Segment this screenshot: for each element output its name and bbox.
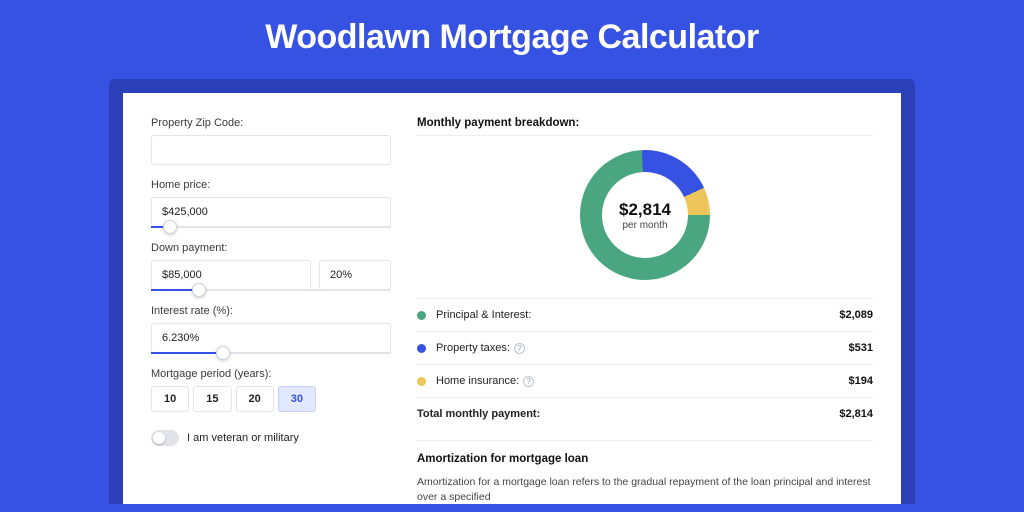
- info-icon[interactable]: ?: [514, 343, 525, 354]
- zip-label: Property Zip Code:: [151, 117, 391, 129]
- donut-center: $2,814 per month: [602, 172, 688, 258]
- legend-value: $194: [849, 375, 873, 387]
- legend-total-label: Total monthly payment:: [417, 408, 839, 420]
- home-price-row: Home price:: [151, 179, 391, 228]
- legend-total-row: Total monthly payment: $2,814: [417, 398, 873, 434]
- donut-chart-wrap: $2,814 per month: [417, 136, 873, 299]
- donut-chart: $2,814 per month: [580, 150, 710, 280]
- home-price-input[interactable]: [151, 197, 391, 227]
- period-button-group: 10152030: [151, 386, 391, 412]
- down-payment-label: Down payment:: [151, 242, 391, 254]
- interest-label: Interest rate (%):: [151, 305, 391, 317]
- legend-total-value: $2,814: [839, 408, 873, 420]
- legend-dot-icon: [417, 377, 426, 386]
- veteran-toggle[interactable]: [151, 430, 179, 446]
- zip-input[interactable]: [151, 135, 391, 165]
- period-button-20[interactable]: 20: [236, 386, 274, 412]
- period-button-10[interactable]: 10: [151, 386, 189, 412]
- toggle-knob: [153, 432, 165, 444]
- page-title: Woodlawn Mortgage Calculator: [0, 0, 1024, 79]
- legend-row-tax: Property taxes:?$531: [417, 332, 873, 365]
- legend-row-ins: Home insurance:?$194: [417, 365, 873, 398]
- input-column: Property Zip Code: Home price: Down paym…: [151, 117, 391, 504]
- legend-value: $531: [849, 342, 873, 354]
- zip-row: Property Zip Code:: [151, 117, 391, 165]
- interest-input[interactable]: [151, 323, 391, 353]
- down-payment-amount-input[interactable]: [151, 260, 311, 290]
- down-payment-row: Down payment:: [151, 242, 391, 291]
- interest-row: Interest rate (%):: [151, 305, 391, 354]
- amortization-text: Amortization for a mortgage loan refers …: [417, 471, 873, 504]
- period-button-30[interactable]: 30: [278, 386, 316, 412]
- amortization-heading: Amortization for mortgage loan: [417, 440, 873, 471]
- donut-center-sub: per month: [622, 220, 667, 231]
- legend-dot-icon: [417, 344, 426, 353]
- breakdown-column: Monthly payment breakdown: $2,814 per mo…: [417, 117, 873, 504]
- period-button-15[interactable]: 15: [193, 386, 231, 412]
- slider-handle[interactable]: [216, 346, 230, 360]
- interest-slider[interactable]: [151, 352, 391, 354]
- legend-label: Property taxes:?: [436, 342, 849, 354]
- veteran-label: I am veteran or military: [187, 432, 299, 444]
- legend-label: Principal & Interest:: [436, 309, 839, 321]
- breakdown-heading: Monthly payment breakdown:: [417, 117, 873, 136]
- home-price-label: Home price:: [151, 179, 391, 191]
- period-label: Mortgage period (years):: [151, 368, 391, 380]
- legend-value: $2,089: [839, 309, 873, 321]
- period-row: Mortgage period (years): 10152030: [151, 368, 391, 412]
- legend-row-pi: Principal & Interest:$2,089: [417, 299, 873, 332]
- legend-dot-icon: [417, 311, 426, 320]
- donut-center-value: $2,814: [619, 200, 671, 220]
- calculator-card: Property Zip Code: Home price: Down paym…: [123, 93, 901, 504]
- legend: Principal & Interest:$2,089Property taxe…: [417, 299, 873, 398]
- down-payment-pct-input[interactable]: [319, 260, 391, 290]
- info-icon[interactable]: ?: [523, 376, 534, 387]
- home-price-slider[interactable]: [151, 226, 391, 228]
- card-shadow: Property Zip Code: Home price: Down paym…: [109, 79, 915, 504]
- legend-label: Home insurance:?: [436, 375, 849, 387]
- down-payment-slider[interactable]: [151, 289, 391, 291]
- slider-handle[interactable]: [192, 283, 206, 297]
- slider-handle[interactable]: [163, 220, 177, 234]
- veteran-row: I am veteran or military: [151, 430, 391, 446]
